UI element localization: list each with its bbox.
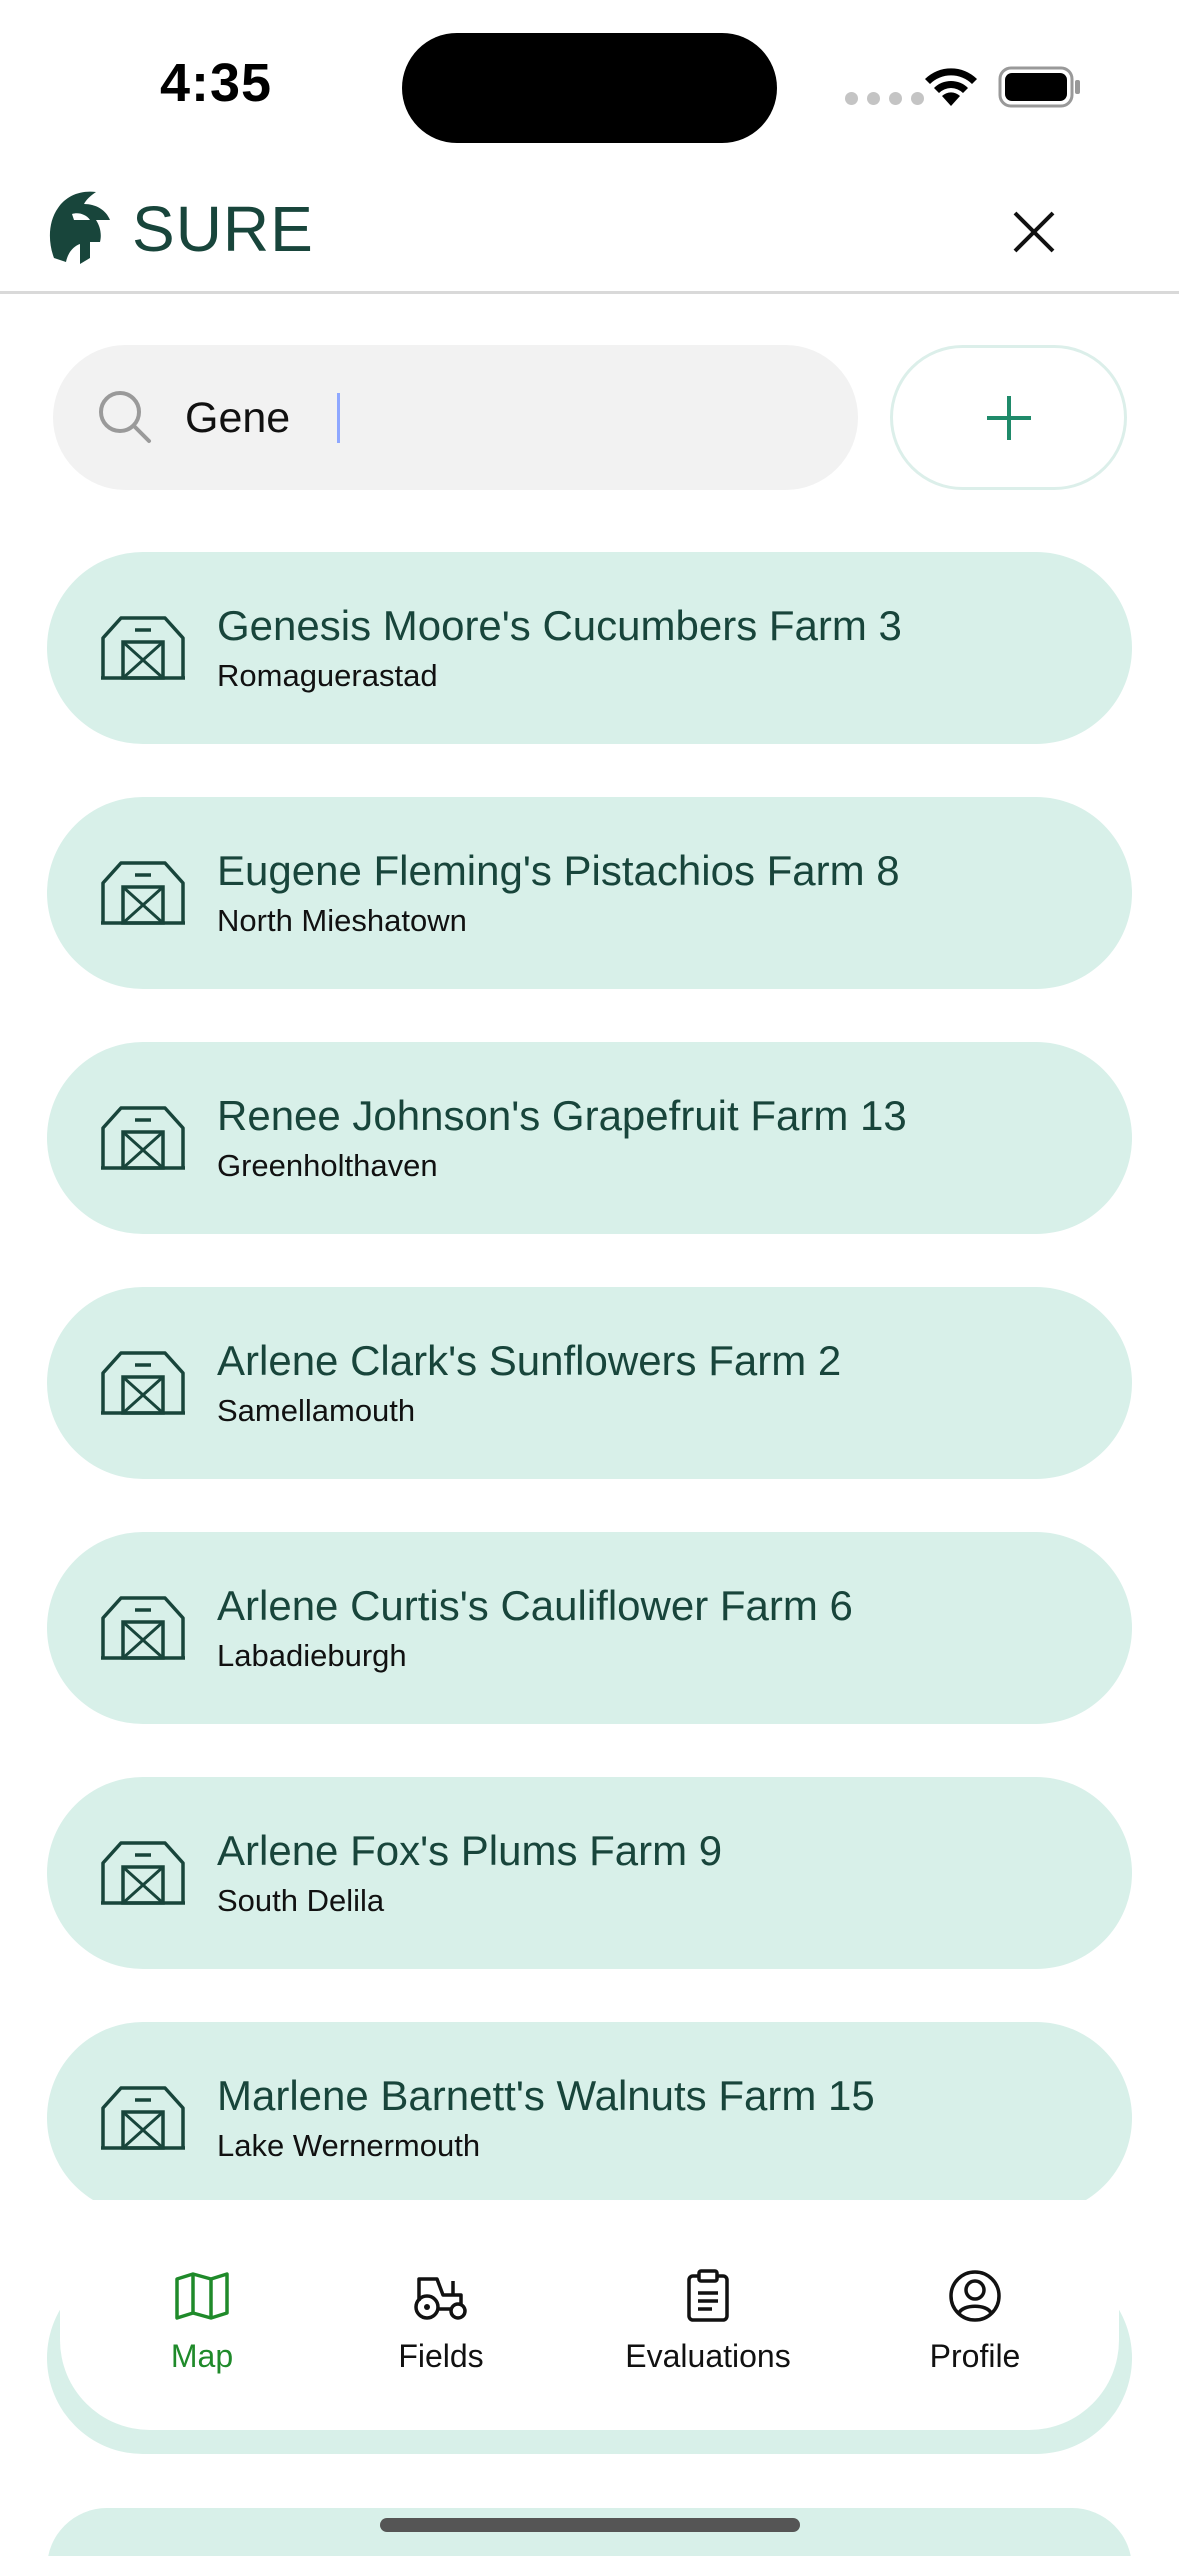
screen: 4:35 SURE Gene Genesis Moore's Cucumbers…: [0, 0, 1179, 2556]
nav-tab-profile[interactable]: Profile: [860, 2268, 1090, 2375]
barn-icon: [101, 616, 185, 680]
profile-icon: [949, 2270, 1001, 2322]
barn-icon: [101, 1596, 185, 1660]
app-header: SURE: [0, 170, 1179, 294]
home-indicator[interactable]: [380, 2518, 800, 2532]
close-button[interactable]: [1000, 198, 1068, 266]
add-farm-button[interactable]: [890, 345, 1127, 490]
farm-location: North Mieshatown: [217, 903, 467, 938]
barn-icon: [101, 861, 185, 925]
farm-name: Genesis Moore's Cucumbers Farm 3: [217, 602, 902, 649]
search-input[interactable]: [185, 385, 805, 451]
spartan-helmet-logo-icon: [49, 191, 110, 264]
farm-location: Greenholthaven: [217, 1148, 438, 1183]
cellular-signal-icon: [845, 92, 924, 105]
barn-icon: [101, 1351, 185, 1415]
nav-label: Evaluations: [625, 2338, 791, 2374]
dynamic-island: [402, 33, 777, 143]
status-time: 4:35: [160, 53, 273, 113]
wifi-icon: [925, 68, 977, 106]
farm-location: Samellamouth: [217, 1393, 416, 1428]
farm-name: Arlene Fox's Plums Farm 9: [217, 1827, 723, 1874]
farm-list-item-partial[interactable]: [47, 2508, 1132, 2556]
battery-icon: [998, 66, 1080, 108]
farm-name: Eugene Fleming's Pistachios Farm 8: [217, 847, 900, 894]
barn-icon: [101, 1841, 185, 1905]
farm-name: Arlene Curtis's Cauliflower Farm 6: [217, 1582, 853, 1629]
text-caret: [337, 393, 340, 443]
farm-list-item[interactable]: Eugene Fleming's Pistachios Farm 8 North…: [47, 797, 1132, 989]
map-icon: [175, 2272, 229, 2320]
farm-location: Lake Wernermouth: [217, 2128, 481, 2163]
farm-name: Renee Johnson's Grapefruit Farm 13: [217, 1092, 907, 1139]
nav-tab-map[interactable]: Map: [87, 2268, 317, 2375]
nav-label: Profile: [929, 2338, 1021, 2374]
farm-list-item[interactable]: Marlene Barnett's Walnuts Farm 15 Lake W…: [47, 2022, 1132, 2214]
farm-location: Romaguerastad: [217, 658, 438, 693]
search-icon: [99, 391, 151, 443]
nav-label: Map: [170, 2338, 234, 2374]
farm-list-item[interactable]: Arlene Clark's Sunflowers Farm 2 Samella…: [47, 1287, 1132, 1479]
status-bar: 4:35: [0, 0, 1179, 170]
farm-location: South Delila: [217, 1883, 385, 1918]
nav-tab-fields[interactable]: Fields: [326, 2268, 556, 2375]
search-box[interactable]: [53, 345, 858, 490]
plus-icon: [986, 395, 1031, 440]
close-icon: [1013, 211, 1055, 253]
barn-icon: [101, 1106, 185, 1170]
tractor-icon: [414, 2277, 467, 2320]
farm-list-item[interactable]: Genesis Moore's Cucumbers Farm 3 Romague…: [47, 552, 1132, 744]
nav-label: Fields: [398, 2338, 484, 2374]
farm-list-item[interactable]: Arlene Curtis's Cauliflower Farm 6 Labad…: [47, 1532, 1132, 1724]
farm-location: Labadieburgh: [217, 1638, 407, 1673]
bottom-nav: Map Fields Evaluations Profile: [60, 2200, 1119, 2430]
farm-list-item[interactable]: Arlene Fox's Plums Farm 9 South Delila: [47, 1777, 1132, 1969]
farm-name: Arlene Clark's Sunflowers Farm 2: [217, 1337, 842, 1384]
clipboard-icon: [687, 2269, 729, 2322]
app-title: SURE: [132, 193, 314, 265]
farm-name: Marlene Barnett's Walnuts Farm 15: [217, 2072, 875, 2119]
farm-list-item[interactable]: Renee Johnson's Grapefruit Farm 13 Green…: [47, 1042, 1132, 1234]
barn-icon: [101, 2086, 185, 2150]
nav-tab-evaluations[interactable]: Evaluations: [593, 2268, 823, 2375]
